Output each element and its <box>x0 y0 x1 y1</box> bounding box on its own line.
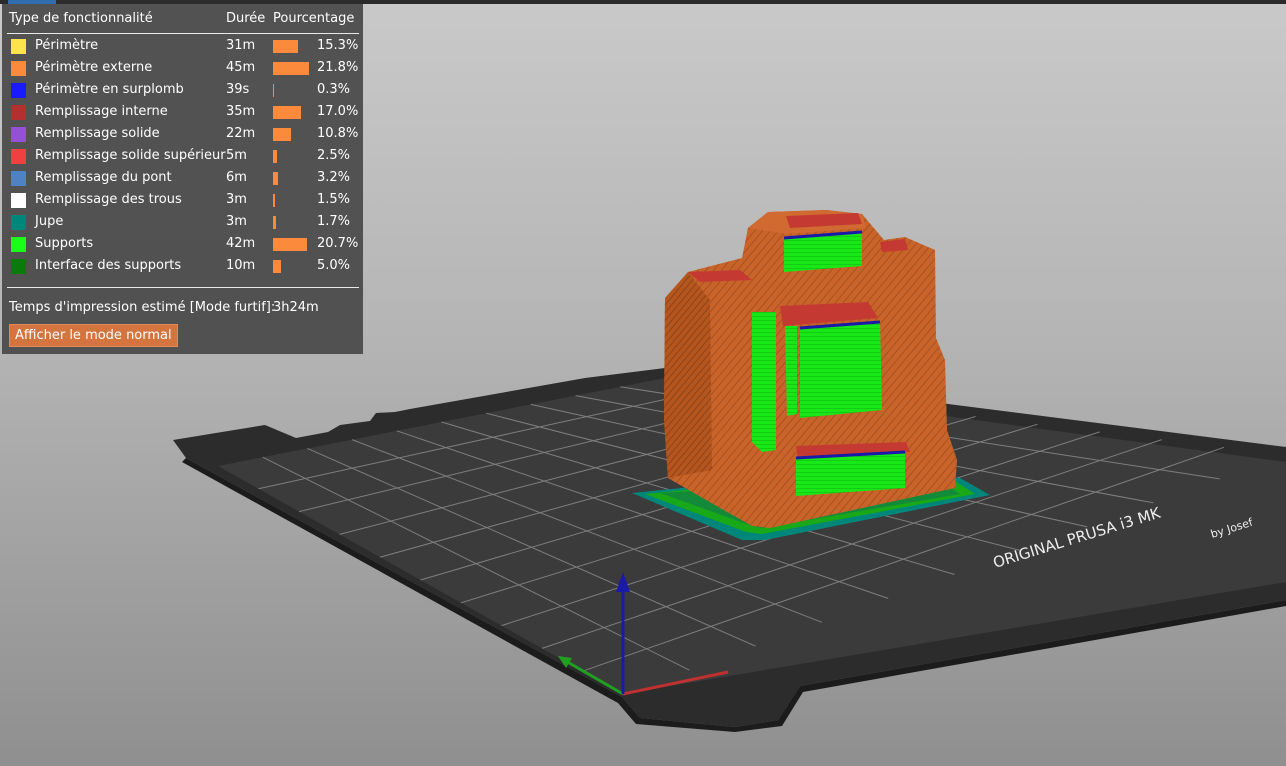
legend-row: Remplissage interne 35m 17.0% <box>2 103 363 125</box>
color-swatch <box>11 39 26 54</box>
feature-percent: 15.3% <box>317 38 359 53</box>
legend-row: Périmètre en surplomb 39s 0.3% <box>2 81 363 103</box>
header-feature-type: Type de fonctionnalité <box>9 11 153 26</box>
feature-percent: 17.0% <box>317 104 359 119</box>
feature-time: 10m <box>226 258 256 273</box>
feature-percent: 20.7% <box>317 236 359 251</box>
percent-bar <box>273 194 275 207</box>
model-side-face <box>664 272 712 478</box>
feature-label: Remplissage solide <box>35 126 160 141</box>
legend-row: Remplissage des trous 3m 1.5% <box>2 191 363 213</box>
feature-label: Remplissage interne <box>35 104 168 119</box>
feature-percent: 5.0% <box>317 258 351 273</box>
feature-label: Remplissage du pont <box>35 170 172 185</box>
feature-label: Jupe <box>35 214 64 229</box>
percent-bar <box>273 150 277 163</box>
feature-percent: 3.2% <box>317 170 351 185</box>
feature-percent: 1.5% <box>317 192 351 207</box>
color-swatch <box>11 237 26 252</box>
percent-bar <box>273 128 291 141</box>
feature-label: Remplissage des trous <box>35 192 182 207</box>
legend-row: Interface des supports 10m 5.0% <box>2 257 363 279</box>
feature-label: Périmètre <box>35 38 99 53</box>
percent-bar <box>273 216 276 229</box>
feature-time: 45m <box>226 60 256 75</box>
feature-time: 39s <box>226 82 250 97</box>
feature-label: Supports <box>35 236 94 251</box>
support-column-mid <box>785 326 797 416</box>
legend-row: Remplissage solide 22m 10.8% <box>2 125 363 147</box>
feature-percent: 10.8% <box>317 126 359 141</box>
feature-time: 42m <box>226 236 256 251</box>
feature-time: 22m <box>226 126 256 141</box>
feature-percent: 0.3% <box>317 82 351 97</box>
feature-time: 5m <box>226 148 247 163</box>
sliced-model[interactable] <box>664 210 957 528</box>
header-percent: Pourcentage <box>273 11 355 26</box>
percent-bar <box>273 62 309 75</box>
feature-percent: 21.8% <box>317 60 359 75</box>
footer-divider <box>7 287 359 288</box>
feature-percent: 2.5% <box>317 148 351 163</box>
color-swatch <box>11 127 26 142</box>
header-divider <box>7 33 359 34</box>
color-swatch <box>11 61 26 76</box>
header-time: Durée <box>226 11 266 26</box>
color-swatch <box>11 171 26 186</box>
feature-label: Périmètre en surplomb <box>35 82 184 97</box>
feature-time: 3m <box>226 192 247 207</box>
feature-time: 6m <box>226 170 247 185</box>
percent-bar <box>273 260 281 273</box>
percent-bar <box>273 40 298 53</box>
legend-row: Jupe 3m 1.7% <box>2 213 363 235</box>
legend-row: Périmètre 31m 15.3% <box>2 37 363 59</box>
percent-bar <box>273 106 301 119</box>
support-column-left <box>752 312 776 452</box>
color-swatch <box>11 149 26 164</box>
percent-bar <box>273 84 274 97</box>
feature-percent: 1.7% <box>317 214 351 229</box>
estimated-time-value: 3h24m <box>273 300 319 315</box>
color-swatch <box>11 215 26 230</box>
legend-panel: Type de fonctionnalité Durée Pourcentage… <box>2 4 363 354</box>
estimated-time-label: Temps d'impression estimé [Mode furtif]: <box>9 300 276 315</box>
percent-bar <box>273 172 278 185</box>
legend-row: Supports 42m 20.7% <box>2 235 363 257</box>
feature-label: Interface des supports <box>35 258 182 273</box>
percent-bar <box>273 238 307 251</box>
color-swatch <box>11 259 26 274</box>
feature-label: Périmètre externe <box>35 60 153 75</box>
legend-row: Périmètre externe 45m 21.8% <box>2 59 363 81</box>
color-swatch <box>11 105 26 120</box>
legend-row: Remplissage solide supérieur 5m 2.5% <box>2 147 363 169</box>
color-swatch <box>11 83 26 98</box>
feature-label: Remplissage solide supérieur <box>35 148 226 163</box>
support-middle-large <box>800 322 882 418</box>
feature-time: 35m <box>226 104 256 119</box>
color-swatch <box>11 193 26 208</box>
feature-time: 31m <box>226 38 256 53</box>
feature-time: 3m <box>226 214 247 229</box>
show-normal-mode-button[interactable]: Afficher le mode normal <box>9 324 178 347</box>
3d-viewport[interactable]: ORIGINAL PRUSA i3 MK by Josef Type de fo… <box>0 0 1286 766</box>
legend-row: Remplissage du pont 6m 3.2% <box>2 169 363 191</box>
